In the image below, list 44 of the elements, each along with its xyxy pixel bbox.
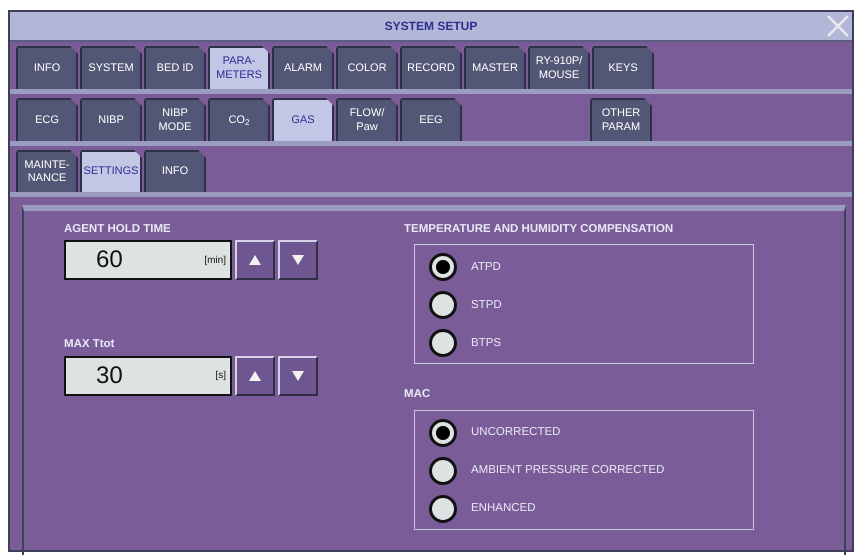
value-field[interactable]: 30 [s] bbox=[64, 356, 232, 396]
radio-button[interactable] bbox=[429, 494, 457, 522]
radio-option[interactable]: BTPS bbox=[429, 329, 753, 358]
tab[interactable]: EEG bbox=[400, 98, 462, 141]
radio-button[interactable] bbox=[429, 456, 457, 484]
tab[interactable]: ALARM bbox=[272, 46, 334, 89]
tab[interactable]: RECORD bbox=[400, 46, 462, 89]
tab[interactable]: ECG bbox=[16, 98, 78, 141]
tab[interactable]: GAS bbox=[272, 98, 334, 141]
setting-label: AGENT HOLD TIME bbox=[64, 222, 172, 237]
radio-option[interactable]: UNCORRECTED bbox=[429, 418, 753, 446]
decrement-button[interactable] bbox=[278, 356, 318, 396]
tab[interactable]: FLOW/ Paw bbox=[336, 98, 398, 141]
radio-option[interactable]: AMBIENT PRESSURE CORRECTED bbox=[429, 456, 753, 484]
radio-option[interactable]: STPD bbox=[429, 291, 753, 320]
tab[interactable]: KEYS bbox=[592, 46, 654, 89]
tab[interactable]: INFO bbox=[16, 46, 78, 89]
radio-button[interactable] bbox=[429, 418, 457, 446]
increment-button[interactable] bbox=[235, 240, 275, 280]
radio-button[interactable] bbox=[429, 253, 457, 282]
tab[interactable]: OTHER PARAM bbox=[590, 98, 652, 141]
tab[interactable]: PARA- METERS bbox=[208, 46, 270, 89]
tab[interactable]: SETTINGS bbox=[80, 150, 142, 192]
tab[interactable]: BED ID bbox=[144, 46, 206, 89]
tab[interactable]: INFO bbox=[144, 150, 206, 192]
tab[interactable]: COLOR bbox=[336, 46, 398, 89]
radio-option[interactable]: ATPD bbox=[429, 253, 753, 282]
radio-button[interactable] bbox=[429, 291, 457, 320]
value-field[interactable]: 60 [min] bbox=[64, 240, 232, 280]
window-title: SYSTEM SETUP bbox=[384, 18, 478, 35]
tab[interactable]: SYSTEM bbox=[80, 46, 142, 89]
radio-button[interactable] bbox=[429, 329, 457, 358]
tab[interactable]: MAINTE- NANCE bbox=[16, 150, 78, 192]
tab[interactable]: RY-910P/ MOUSE bbox=[528, 46, 590, 89]
increment-button[interactable] bbox=[235, 356, 275, 396]
group-title: MAC bbox=[404, 387, 432, 402]
setting-label: MAX Ttot bbox=[64, 337, 116, 352]
radio-option[interactable]: ENHANCED bbox=[429, 494, 753, 522]
tab[interactable]: MASTER bbox=[464, 46, 526, 89]
decrement-button[interactable] bbox=[278, 240, 318, 280]
tab[interactable]: NIBP MODE bbox=[144, 98, 206, 141]
tab[interactable]: CO$_{2}$ bbox=[208, 98, 270, 141]
group-title: TEMPERATURE AND HUMIDITY COMPENSATION bbox=[404, 222, 674, 237]
tab[interactable]: NIBP bbox=[80, 98, 142, 141]
